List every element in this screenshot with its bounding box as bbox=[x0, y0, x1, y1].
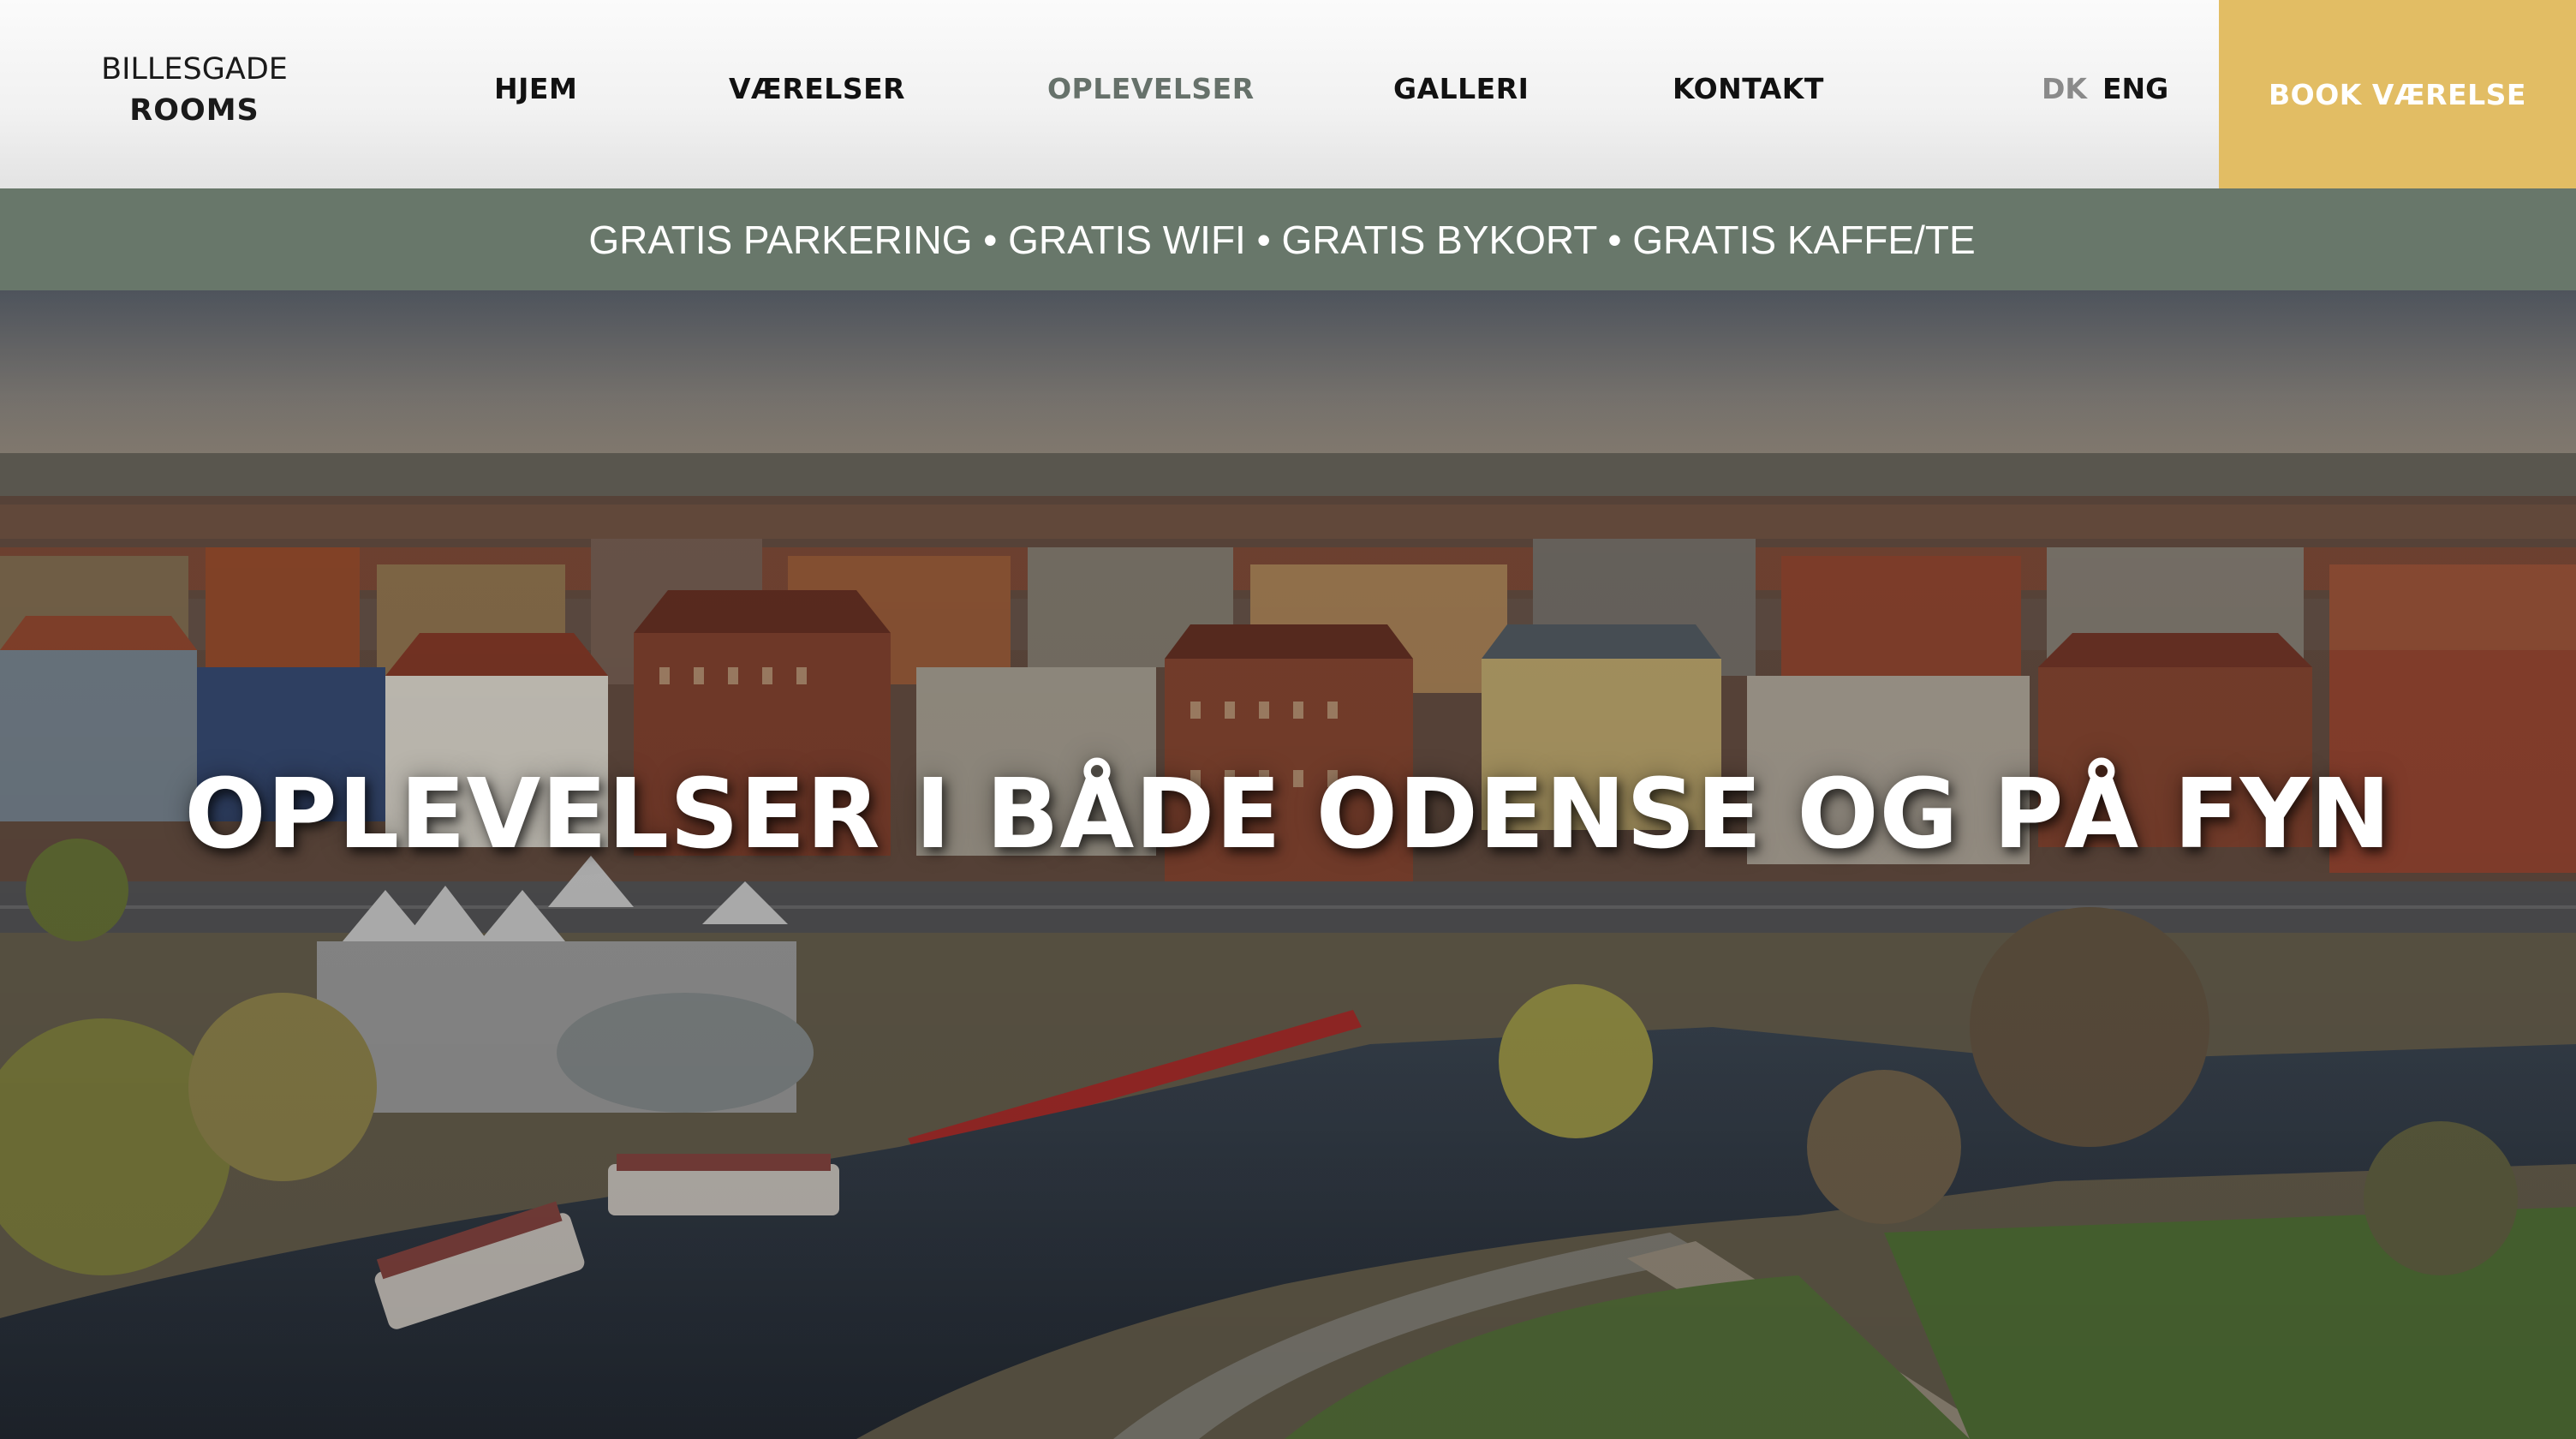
nav-item-vaerelser[interactable]: VÆRELSER bbox=[729, 72, 905, 105]
nav-item-oplevelser[interactable]: OPLEVELSER bbox=[1047, 72, 1255, 105]
perks-banner: GRATIS PARKERING • GRATIS WIFI • GRATIS … bbox=[0, 188, 2576, 290]
language-dk-link[interactable]: DK bbox=[2042, 72, 2087, 105]
site-header: BILLESGADE ROOMS HJEM VÆRELSER OPLEVELSE… bbox=[0, 0, 2576, 188]
perks-text: GRATIS PARKERING • GRATIS WIFI • GRATIS … bbox=[588, 217, 1976, 262]
language-eng-link[interactable]: ENG bbox=[2102, 72, 2168, 105]
nav-item-hjem[interactable]: HJEM bbox=[494, 72, 577, 105]
hero-title: OPLEVELSER I BÅDE ODENSE OG PÅ FYN bbox=[184, 759, 2392, 870]
book-room-button[interactable]: BOOK VÆRELSE bbox=[2219, 0, 2576, 188]
logo-line-rooms: ROOMS bbox=[129, 93, 259, 128]
hero-section: OPLEVELSER I BÅDE ODENSE OG PÅ FYN bbox=[0, 290, 2576, 1439]
nav-item-galleri[interactable]: GALLERI bbox=[1393, 72, 1529, 105]
logo-line-brand: BILLESGADE bbox=[101, 52, 288, 87]
nav-item-kontakt[interactable]: KONTAKT bbox=[1673, 72, 1824, 105]
site-logo[interactable]: BILLESGADE ROOMS bbox=[100, 50, 289, 132]
